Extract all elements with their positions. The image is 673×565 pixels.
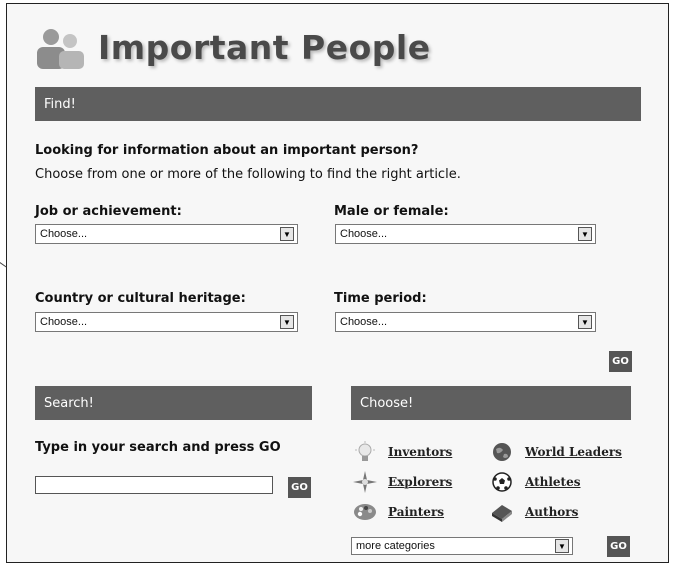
find-go-button[interactable]: GO bbox=[609, 351, 632, 372]
category-label[interactable]: Painters bbox=[388, 505, 444, 519]
country-select-value: Choose... bbox=[40, 316, 88, 328]
gender-select-value: Choose... bbox=[340, 228, 388, 240]
globe-icon bbox=[489, 441, 515, 463]
category-world-leaders[interactable]: World Leaders bbox=[489, 441, 622, 463]
choose-section-header: Choose! bbox=[351, 386, 631, 420]
page-title: Important People bbox=[98, 28, 431, 67]
category-inventors[interactable]: Inventors bbox=[352, 441, 452, 463]
job-select[interactable]: Choose... ▼ bbox=[35, 224, 298, 244]
category-authors[interactable]: Authors bbox=[489, 501, 578, 523]
search-prompt: Type in your search and press GO bbox=[35, 440, 281, 455]
category-label[interactable]: Explorers bbox=[388, 475, 452, 489]
compass-icon bbox=[352, 471, 378, 493]
choose-header-label: Choose! bbox=[360, 395, 414, 411]
search-input[interactable] bbox=[35, 476, 273, 494]
find-header-label: Find! bbox=[44, 96, 76, 112]
period-label: Time period: bbox=[334, 291, 427, 306]
period-select-value: Choose... bbox=[340, 316, 388, 328]
category-explorers[interactable]: Explorers bbox=[352, 471, 452, 493]
job-select-value: Choose... bbox=[40, 228, 88, 240]
search-header-label: Search! bbox=[44, 395, 94, 411]
category-athletes[interactable]: Athletes bbox=[489, 471, 581, 493]
search-section-header: Search! bbox=[35, 386, 312, 420]
find-intro-text: Choose from one or more of the following… bbox=[35, 167, 461, 182]
palette-icon bbox=[352, 501, 378, 523]
choose-go-button[interactable]: GO bbox=[607, 536, 630, 557]
people-logo-icon bbox=[37, 29, 84, 69]
gender-label: Male or female: bbox=[334, 204, 449, 219]
category-label[interactable]: Inventors bbox=[388, 445, 452, 459]
gender-select[interactable]: Choose... ▼ bbox=[335, 224, 596, 244]
book-icon bbox=[489, 501, 515, 523]
dropdown-arrow-icon[interactable]: ▼ bbox=[578, 227, 592, 241]
country-select[interactable]: Choose... ▼ bbox=[35, 312, 298, 332]
dropdown-arrow-icon[interactable]: ▼ bbox=[280, 315, 294, 329]
period-select[interactable]: Choose... ▼ bbox=[335, 312, 596, 332]
find-intro-heading: Looking for information about an importa… bbox=[35, 143, 419, 158]
more-categories-value: more categories bbox=[356, 540, 435, 552]
dropdown-arrow-icon[interactable]: ▼ bbox=[555, 539, 569, 553]
category-painters[interactable]: Painters bbox=[352, 501, 444, 523]
more-categories-select[interactable]: more categories ▼ bbox=[351, 537, 573, 555]
soccer-ball-icon bbox=[489, 471, 515, 493]
dropdown-arrow-icon[interactable]: ▼ bbox=[280, 227, 294, 241]
lightbulb-icon bbox=[352, 441, 378, 463]
search-go-button[interactable]: GO bbox=[288, 477, 311, 498]
category-label[interactable]: Authors bbox=[525, 505, 578, 519]
dropdown-arrow-icon[interactable]: ▼ bbox=[578, 315, 592, 329]
country-label: Country or cultural heritage: bbox=[35, 291, 246, 306]
category-label[interactable]: World Leaders bbox=[525, 445, 622, 459]
job-label: Job or achievement: bbox=[35, 204, 182, 219]
find-section-header: Find! bbox=[35, 87, 641, 121]
category-label[interactable]: Athletes bbox=[525, 475, 581, 489]
